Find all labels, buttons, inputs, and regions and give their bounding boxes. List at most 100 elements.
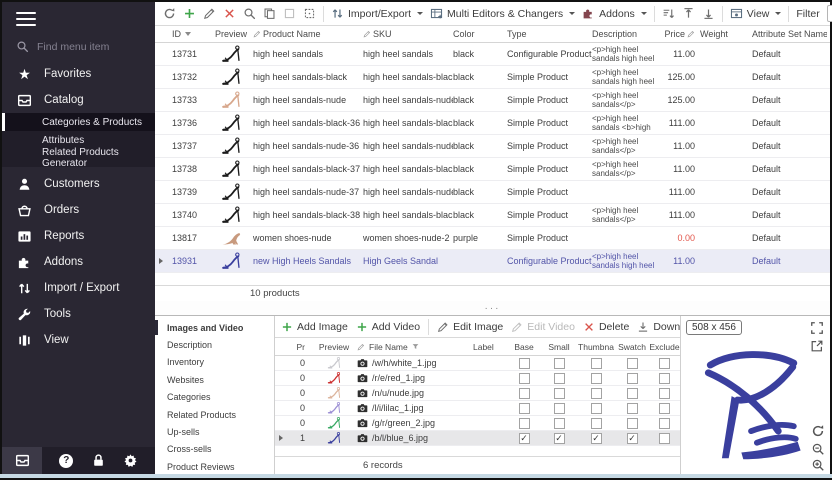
edit-image-button[interactable]: Edit Image <box>437 321 503 333</box>
checkbox-exclude[interactable] <box>659 388 670 399</box>
checkbox-small[interactable] <box>554 403 565 414</box>
column-header-swatch[interactable]: Swatch <box>615 342 649 352</box>
product-row[interactable]: 13733 high heel sandals-nude high heel s… <box>155 89 830 112</box>
sidebar-item-tools[interactable]: Tools <box>2 301 155 327</box>
column-header-label[interactable]: Label <box>473 342 507 352</box>
product-row[interactable]: 13739 high heel sandals-nude-37 high hee… <box>155 181 830 204</box>
tab-inventory[interactable]: Inventory <box>155 354 274 371</box>
copy-button[interactable] <box>263 7 276 20</box>
sidebar-item-categories-products[interactable]: Categories & Products <box>2 113 155 131</box>
column-header-exclude[interactable]: Exclude <box>649 342 680 352</box>
fullscreen-icon[interactable] <box>810 321 824 335</box>
menu-search-input[interactable] <box>37 41 137 53</box>
panel-splitter[interactable]: ··· <box>155 301 830 315</box>
edit-button[interactable] <box>203 7 216 20</box>
tab-up-sells[interactable]: Up-sells <box>155 423 274 440</box>
product-row[interactable]: 13740 high heel sandals-black-38 high he… <box>155 204 830 227</box>
checkbox-base[interactable] <box>519 358 530 369</box>
checkbox-thumbnail[interactable] <box>591 418 602 429</box>
checkbox-base[interactable] <box>519 388 530 399</box>
tab-related-products[interactable]: Related Products <box>155 406 274 423</box>
tab-cross-sells[interactable]: Cross-sells <box>155 441 274 458</box>
product-row[interactable]: 13737 high heel sandals-nude-36 high hee… <box>155 135 830 158</box>
image-row-selected[interactable]: 1 /b/l/blue_6.jpg ✓ ✓ ✓ ✓ <box>275 431 680 446</box>
tab-websites[interactable]: Websites <box>155 371 274 388</box>
checkbox-base[interactable] <box>519 403 530 414</box>
checkbox-small[interactable] <box>554 358 565 369</box>
refresh-button[interactable] <box>163 7 176 20</box>
checkbox-small[interactable]: ✓ <box>554 433 565 444</box>
category-filter-select[interactable]: Show products from selected categories <box>827 5 832 22</box>
sidebar-item-catalog[interactable]: Catalog <box>2 87 155 113</box>
checkbox-base[interactable]: ✓ <box>519 433 530 444</box>
sidebar-search[interactable] <box>2 32 155 61</box>
hamburger-menu-icon[interactable] <box>16 12 36 26</box>
move-down-button[interactable] <box>702 7 715 20</box>
import-export-menu[interactable]: Import/Export <box>331 7 423 20</box>
download-image-button[interactable]: Download Image <box>637 321 680 333</box>
product-row[interactable]: 13731 high heel sandals high heel sandal… <box>155 43 830 66</box>
store-drawer-button[interactable] <box>2 447 42 474</box>
tab-description[interactable]: Description <box>155 336 274 353</box>
tab-product-reviews[interactable]: Product Reviews <box>155 458 274 475</box>
checkbox-swatch[interactable] <box>627 403 638 414</box>
column-header-preview[interactable]: Preview <box>209 29 253 39</box>
checkbox-exclude[interactable] <box>659 403 670 414</box>
sidebar-item-related-products-generator[interactable]: Related Products Generator <box>2 149 155 167</box>
lock-button[interactable] <box>91 447 106 474</box>
multi-editors-menu[interactable]: Multi Editors & Changers <box>430 7 575 20</box>
checkbox-small[interactable] <box>554 388 565 399</box>
checkbox-small[interactable] <box>554 418 565 429</box>
zoom-out-icon[interactable] <box>811 442 825 456</box>
column-header-type[interactable]: Type <box>507 29 592 39</box>
checkbox-thumbnail[interactable] <box>591 388 602 399</box>
delete-button[interactable] <box>223 7 236 20</box>
zoom-in-icon[interactable] <box>811 458 825 472</box>
checkbox-swatch[interactable] <box>627 418 638 429</box>
help-icon[interactable]: ? <box>59 454 73 468</box>
product-row[interactable]: 13817 women shoes-nude women shoes-nude-… <box>155 227 830 250</box>
column-header-attribute-set[interactable]: Attribute Set Name <box>742 29 827 39</box>
sidebar-item-view[interactable]: View <box>2 327 155 353</box>
sidebar-item-import-export[interactable]: Import / Export <box>2 275 155 301</box>
sidebar-item-reports[interactable]: Reports <box>2 223 155 249</box>
add-image-button[interactable]: Add Image <box>281 321 348 333</box>
column-header-color[interactable]: Color <box>453 29 507 39</box>
column-header-base[interactable]: Base <box>507 342 541 352</box>
column-header-id[interactable]: ID <box>167 29 209 39</box>
image-row[interactable]: 0 /g/r/green_2.jpg <box>275 416 680 431</box>
checkbox-exclude[interactable] <box>659 358 670 369</box>
column-header-thumbnail[interactable]: Thumbna <box>577 342 615 352</box>
checkbox-swatch[interactable]: ✓ <box>627 433 638 444</box>
addons-menu[interactable]: Addons <box>582 7 647 20</box>
tab-categories[interactable]: Categories <box>155 389 274 406</box>
settings-button[interactable] <box>123 447 138 474</box>
rotate-icon[interactable] <box>811 424 825 438</box>
paste-special-button[interactable] <box>303 7 316 20</box>
image-row[interactable]: 0 /r/e/red_1.jpg <box>275 371 680 386</box>
checkbox-exclude[interactable] <box>659 373 670 384</box>
image-row[interactable]: 0 /n/u/nude.jpg <box>275 386 680 401</box>
image-row[interactable]: 0 /w/h/white_1.jpg <box>275 356 680 371</box>
column-header-product-name[interactable]: Product Name <box>253 29 363 39</box>
checkbox-exclude[interactable] <box>659 418 670 429</box>
column-header-description[interactable]: Description <box>592 29 660 39</box>
sidebar-item-customers[interactable]: Customers <box>2 171 155 197</box>
sort-az-button[interactable] <box>662 7 675 20</box>
column-header-price[interactable]: Price <box>660 29 700 39</box>
product-row[interactable]: 13736 high heel sandals-black-36 high he… <box>155 112 830 135</box>
column-header-sku[interactable]: SKU <box>363 29 453 39</box>
checkbox-small[interactable] <box>554 373 565 384</box>
column-header-pr[interactable]: Pr <box>287 342 311 352</box>
delete-image-button[interactable]: Delete <box>583 321 629 333</box>
column-header-file-name[interactable]: File Name <box>357 342 473 352</box>
add-product-button[interactable] <box>183 7 196 20</box>
view-menu[interactable]: View <box>730 7 782 20</box>
add-video-button[interactable]: Add Video <box>356 321 420 333</box>
checkbox-thumbnail[interactable] <box>591 358 602 369</box>
checkbox-swatch[interactable] <box>627 373 638 384</box>
checkbox-thumbnail[interactable]: ✓ <box>591 433 602 444</box>
checkbox-thumbnail[interactable] <box>591 403 602 414</box>
product-row-selected[interactable]: 13931 new High Heels Sandals High Geels … <box>155 250 830 273</box>
checkbox-swatch[interactable] <box>627 388 638 399</box>
